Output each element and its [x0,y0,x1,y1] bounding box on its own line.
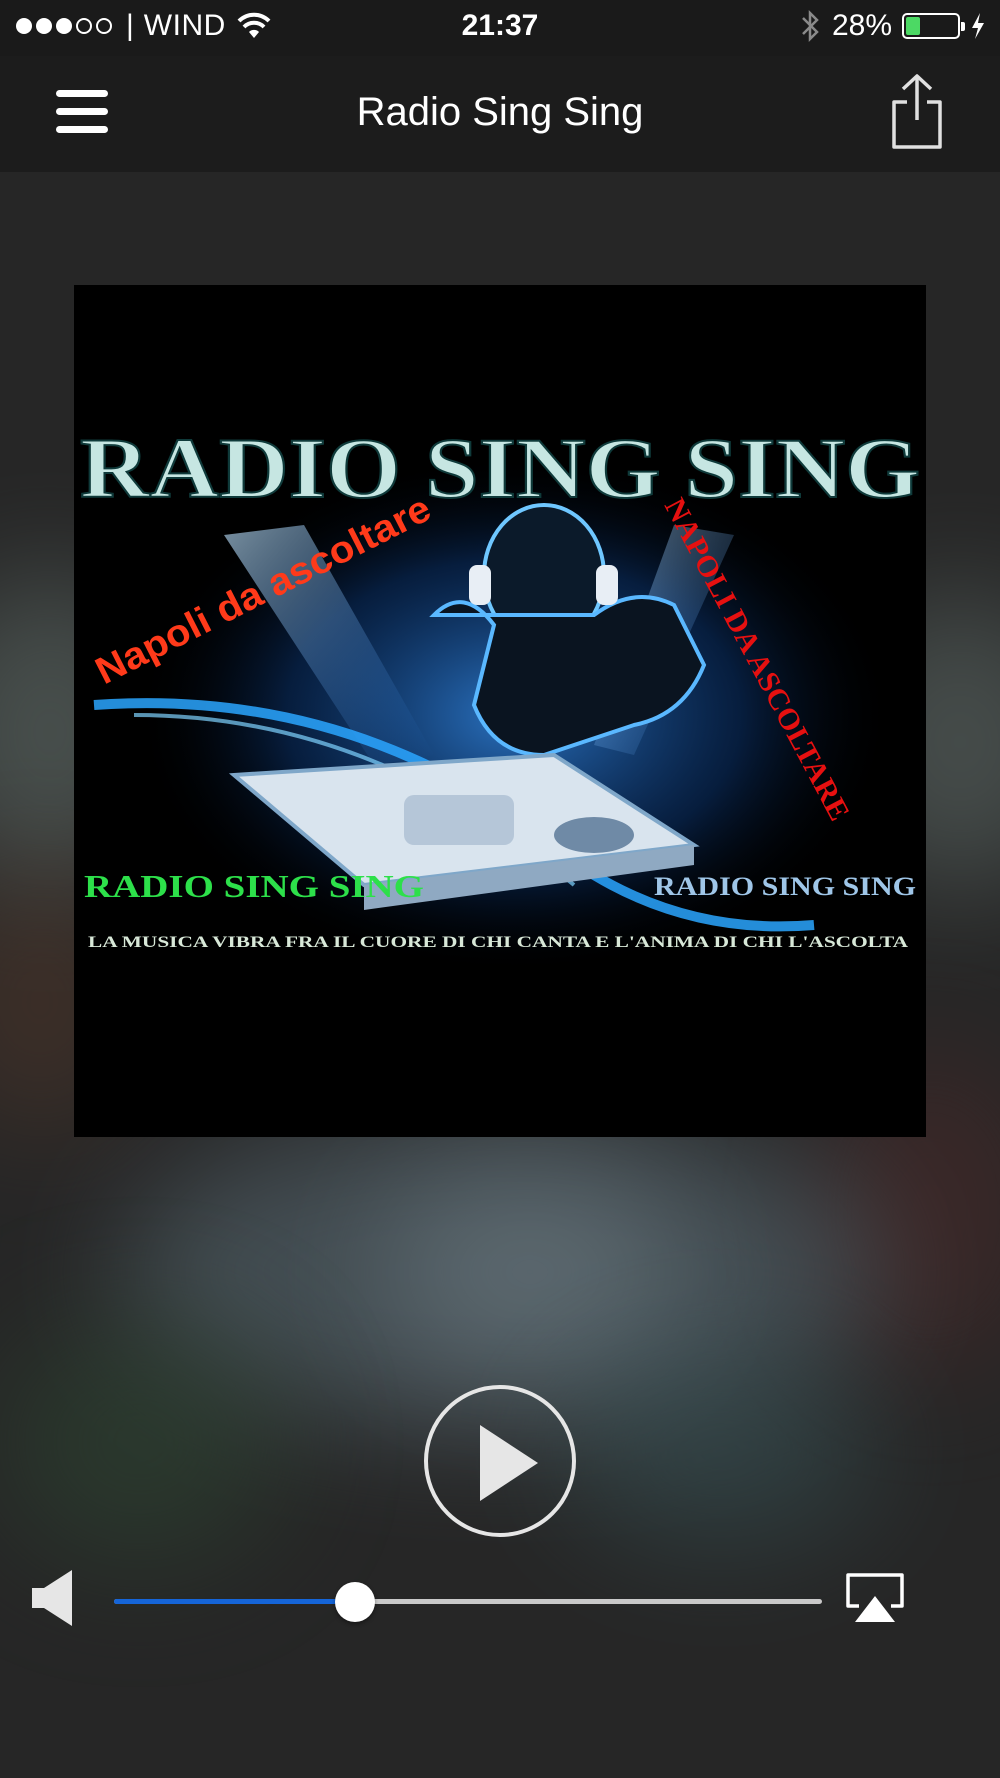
share-icon[interactable] [888,72,946,152]
artwork-label-left: RADIO SING SING [84,868,424,904]
bluetooth-icon [802,9,819,43]
play-button[interactable] [424,1385,576,1537]
volume-slider[interactable] [114,1582,822,1622]
battery-nub [961,22,965,31]
artwork-headline: RADIO SING SING [80,420,920,516]
play-icon [480,1425,538,1501]
artwork-label-right: RADIO SING SING [654,872,916,901]
volume-fill [114,1599,355,1604]
page-title: Radio Sing Sing [356,90,644,134]
battery-icon [902,13,965,39]
airplay-icon[interactable] [845,1572,905,1624]
player-view: RADIO SING SING Napoli da ascoltare NAPO… [0,172,1000,1778]
battery-level [906,17,920,35]
album-artwork: RADIO SING SING Napoli da ascoltare NAPO… [74,285,926,1137]
status-right: 28% [800,9,986,43]
status-bar: | WIND 21:37 28% [0,0,1000,56]
artwork-tagline: LA MUSICA VIBRA FRA IL CUORE DI CHI CANT… [88,934,909,951]
nav-bar: Radio Sing Sing [0,56,1000,172]
speaker-icon[interactable] [30,1568,78,1628]
charging-bolt-icon [972,13,984,39]
volume-thumb[interactable] [334,1582,375,1622]
battery-percent: 28% [831,9,892,42]
